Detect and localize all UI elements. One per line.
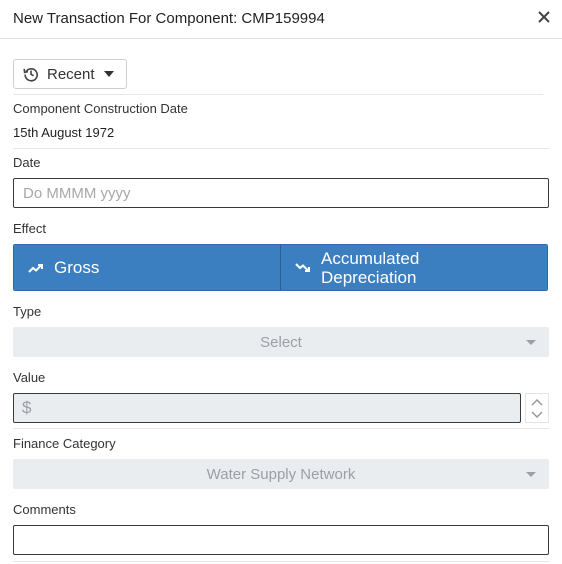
trending-down-icon — [295, 262, 310, 272]
value-label: Value — [13, 370, 46, 385]
value-spinner — [525, 393, 549, 423]
dialog-header: New Transaction For Component: CMP159994 — [0, 0, 562, 39]
divider — [13, 561, 549, 562]
effect-accumulated-depreciation-button[interactable]: Accumulated Depreciation — [280, 245, 547, 290]
type-select[interactable]: Select — [13, 327, 549, 357]
trending-up-icon — [28, 263, 43, 273]
chevron-up-icon[interactable] — [531, 398, 543, 406]
recent-label: Recent — [47, 65, 95, 83]
finance-category-label: Finance Category — [13, 436, 116, 451]
caret-down-icon — [526, 340, 536, 345]
type-select-value: Select — [260, 333, 302, 351]
recent-button[interactable]: Recent — [13, 59, 127, 89]
caret-down-icon — [526, 472, 536, 477]
history-icon — [23, 68, 38, 82]
effect-gross-label: Gross — [54, 258, 100, 277]
type-label: Type — [13, 304, 42, 319]
close-icon[interactable] — [537, 10, 551, 24]
value-input[interactable]: $ — [13, 393, 521, 423]
effect-toggle: Gross Accumulated Depreciation — [13, 244, 548, 291]
chevron-down-icon[interactable] — [531, 411, 543, 419]
effect-gross-button[interactable]: Gross — [14, 245, 280, 290]
construction-date-label: Component Construction Date — [13, 101, 188, 116]
caret-down-icon — [103, 71, 114, 77]
construction-date-value: 15th August 1972 — [13, 125, 115, 140]
comments-input[interactable] — [13, 525, 549, 555]
divider — [13, 428, 549, 429]
divider — [13, 148, 549, 149]
divider — [13, 94, 543, 95]
comments-label: Comments — [13, 502, 76, 517]
date-input[interactable] — [13, 178, 549, 208]
finance-category-value: Water Supply Network — [206, 465, 356, 483]
effect-label: Effect — [13, 221, 47, 236]
finance-category-select[interactable]: Water Supply Network — [13, 459, 549, 489]
dialog-title: New Transaction For Component: CMP159994 — [13, 10, 325, 27]
effect-accumulated-depreciation-label: Accumulated Depreciation — [321, 248, 420, 287]
currency-symbol: $ — [22, 398, 32, 417]
date-label: Date — [13, 155, 41, 170]
